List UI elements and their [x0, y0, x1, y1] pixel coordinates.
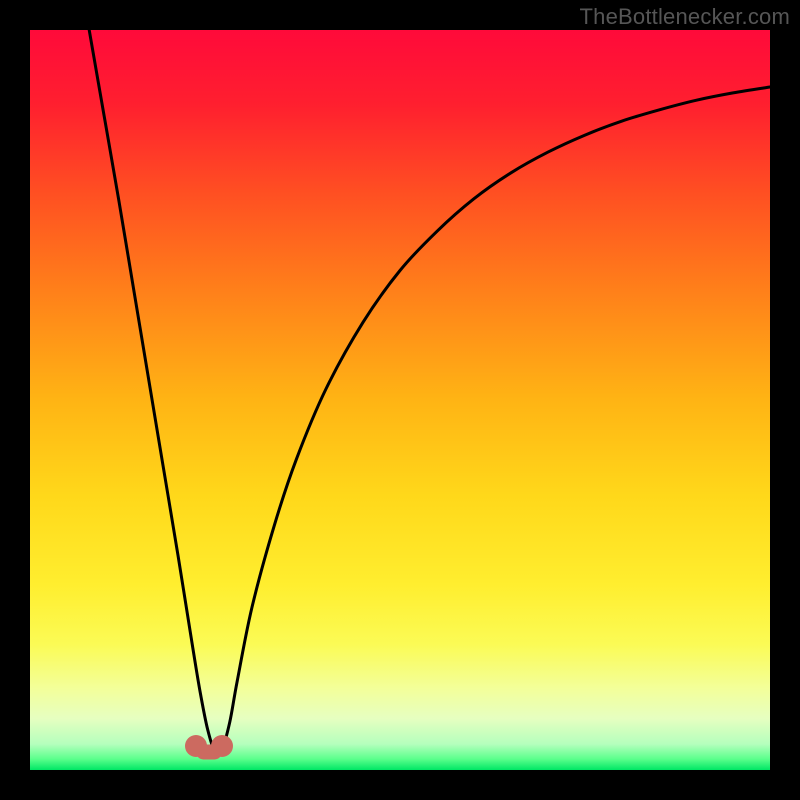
- watermark-text: TheBottlenecker.com: [580, 4, 790, 30]
- outer-frame: TheBottlenecker.com: [0, 0, 800, 800]
- plot-background: [30, 30, 770, 770]
- bottleneck-plot: [0, 0, 800, 800]
